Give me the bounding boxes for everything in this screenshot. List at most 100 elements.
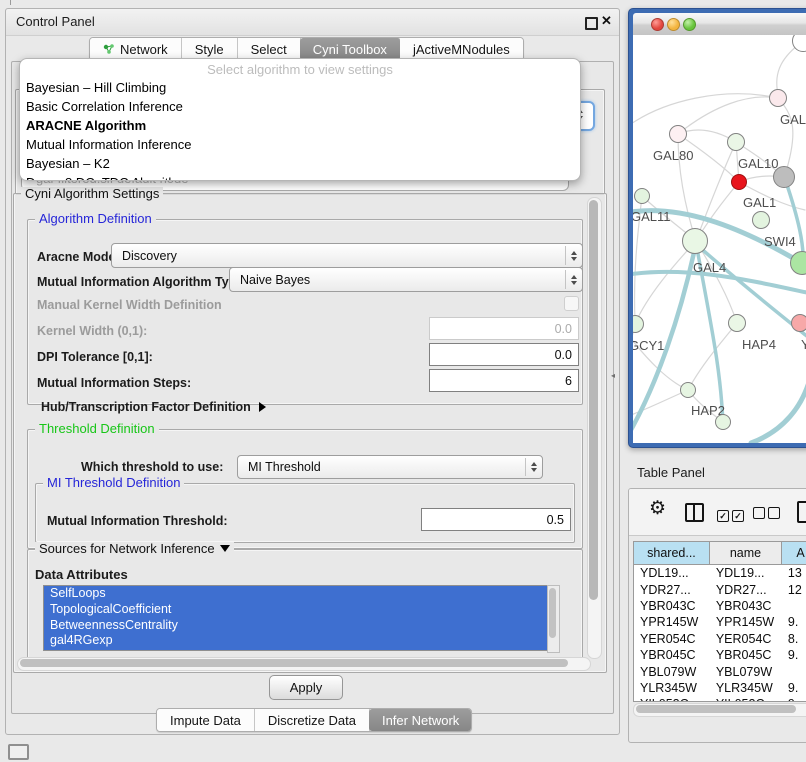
- sources-title[interactable]: Sources for Network Inference: [35, 542, 234, 555]
- table-row-ypr145w[interactable]: YPR145WYPR145W9.: [634, 614, 806, 630]
- algorithm-option-dream8-dc-tdc-algorithm[interactable]: Dream8 DC_TDC Algorithm: [20, 173, 580, 181]
- network-node-gal[interactable]: [769, 89, 787, 107]
- table-cell[interactable]: YLR345W: [710, 681, 782, 695]
- table-cell[interactable]: YBL079W: [634, 665, 710, 679]
- table-cell[interactable]: YER054C: [710, 632, 782, 646]
- table-row-ybl079w[interactable]: YBL079WYBL079W: [634, 663, 806, 679]
- table-cell[interactable]: YDR27...: [634, 583, 710, 597]
- table-cell[interactable]: 8.: [782, 632, 806, 646]
- column-header-shared[interactable]: shared...: [634, 542, 710, 564]
- tab-cyni-toolbox[interactable]: Cyni Toolbox: [300, 38, 401, 60]
- table-cell[interactable]: YDL19...: [710, 566, 782, 580]
- network-node[interactable]: [715, 414, 731, 430]
- table-cell[interactable]: 9.: [782, 681, 806, 695]
- table-horizontal-scrollbar[interactable]: [633, 703, 806, 717]
- table-row-ydl19[interactable]: YDL19...YDL19...13: [634, 565, 806, 581]
- float-window-icon[interactable]: [585, 17, 598, 30]
- algorithm-option-basic-correlation-inference[interactable]: Basic Correlation Inference: [20, 97, 580, 116]
- document-icon[interactable]: [797, 501, 806, 523]
- table-cell[interactable]: YBR043C: [710, 599, 782, 613]
- algorithm-option-aracne-algorithm[interactable]: ARACNE Algorithm: [20, 116, 580, 135]
- table-cell[interactable]: YBR045C: [710, 648, 782, 662]
- network-node-gal1[interactable]: [731, 174, 747, 190]
- network-node-hap2[interactable]: [680, 382, 696, 398]
- dpi-tolerance-input[interactable]: 0.0: [429, 343, 579, 366]
- network-node[interactable]: [792, 35, 806, 52]
- network-node[interactable]: [790, 251, 806, 275]
- table-cell[interactable]: YIL052C: [634, 697, 710, 702]
- attributes-list-scrollbar-thumb[interactable]: [549, 588, 556, 638]
- table-cell[interactable]: YPR145W: [634, 615, 710, 629]
- select-all-rows-icon[interactable]: ✓✓: [717, 506, 747, 524]
- network-node-hap4[interactable]: [728, 314, 746, 332]
- table-cell[interactable]: 12: [782, 583, 806, 597]
- mi-algorithm-type-select[interactable]: Naive Bayes: [229, 267, 583, 292]
- network-node-gal80[interactable]: [669, 125, 687, 143]
- table-cell[interactable]: YBL079W: [710, 665, 782, 679]
- network-node-y[interactable]: [791, 314, 806, 332]
- network-node-gal10[interactable]: [727, 133, 745, 151]
- apply-button[interactable]: Apply: [269, 675, 343, 700]
- tab-select[interactable]: Select: [238, 38, 301, 60]
- mi-threshold-input[interactable]: 0.5: [421, 508, 571, 531]
- table-row-yer054c[interactable]: YER054CYER054C8.: [634, 631, 806, 647]
- attributes-list-scrollbar[interactable]: [547, 585, 560, 653]
- table-row-ylr345w[interactable]: YLR345WYLR345W9.: [634, 680, 806, 696]
- table-row-ybr045c[interactable]: YBR045CYBR045C9.: [634, 647, 806, 663]
- gear-icon[interactable]: ⚙: [649, 500, 666, 518]
- tab-infer-network[interactable]: Infer Network: [369, 709, 472, 731]
- column-header-a[interactable]: A: [782, 542, 806, 564]
- network-window-titlebar[interactable]: [633, 13, 806, 36]
- table-row-ydr27[interactable]: YDR27...YDR27...12: [634, 581, 806, 597]
- table-cell[interactable]: YLR345W: [634, 681, 710, 695]
- column-header-name[interactable]: name: [710, 542, 782, 564]
- tab-network[interactable]: Network: [90, 38, 182, 60]
- table-cell[interactable]: 13: [782, 566, 806, 580]
- table-cell[interactable]: 9.: [782, 648, 806, 662]
- zoom-traffic-light-icon[interactable]: [683, 18, 696, 31]
- table-horizontal-scrollbar-thumb[interactable]: [636, 705, 796, 713]
- data-attributes-list[interactable]: SelfLoopsTopologicalCoefficientBetweenne…: [43, 585, 549, 651]
- which-threshold-select[interactable]: MI Threshold: [237, 455, 543, 479]
- table-row-yil052c[interactable]: YIL052CYIL052C9.: [634, 696, 806, 702]
- table-row-ybr043c[interactable]: YBR043CYBR043C: [634, 598, 806, 614]
- aracne-mode-select[interactable]: Discovery: [111, 243, 583, 268]
- minimized-panel-icon[interactable]: [8, 744, 29, 760]
- split-columns-icon[interactable]: [685, 503, 704, 522]
- algorithm-option-bayesian-hill-climbing[interactable]: Bayesian – Hill Climbing: [20, 78, 580, 97]
- network-node-gal4[interactable]: [682, 228, 708, 254]
- network-node-gcy1[interactable]: [633, 315, 644, 333]
- attribute-item-betweennesscentrality[interactable]: BetweennessCentrality: [44, 618, 548, 634]
- tab-discretize-data[interactable]: Discretize Data: [255, 709, 370, 731]
- table-cell[interactable]: YER054C: [634, 632, 710, 646]
- table-cell[interactable]: YBR045C: [634, 648, 710, 662]
- settings-vertical-scrollbar-thumb[interactable]: [589, 200, 598, 600]
- tab-style[interactable]: Style: [182, 38, 238, 60]
- network-node[interactable]: [773, 166, 795, 188]
- deselect-all-rows-icon[interactable]: [753, 506, 783, 524]
- attribute-item-gal4rgexp[interactable]: gal4RGexp: [44, 633, 548, 649]
- table-cell[interactable]: YPR145W: [710, 615, 782, 629]
- hub-section-toggle[interactable]: Hub/Transcription Factor Definition: [41, 400, 266, 414]
- settings-horizontal-scrollbar-thumb[interactable]: [20, 659, 568, 667]
- network-canvas[interactable]: GALGAL80GAL10GAL1GAL11SWI4GAL4GCY1HAP4YH…: [633, 35, 806, 443]
- tab-impute-data[interactable]: Impute Data: [157, 709, 255, 731]
- attribute-item-selfloops[interactable]: SelfLoops: [44, 586, 548, 602]
- table-cell[interactable]: YDL19...: [634, 566, 710, 580]
- algorithm-option-bayesian-k2[interactable]: Bayesian – K2: [20, 154, 580, 173]
- table-cell[interactable]: YBR043C: [634, 599, 710, 613]
- splitter-collapse-handle[interactable]: ◂: [611, 371, 618, 380]
- network-node-swi4[interactable]: [752, 211, 770, 229]
- settings-horizontal-scrollbar[interactable]: [17, 657, 591, 671]
- close-icon[interactable]: ✕: [601, 13, 612, 29]
- table-cell[interactable]: YIL052C: [710, 697, 782, 702]
- attribute-item-topologicalcoefficient[interactable]: TopologicalCoefficient: [44, 602, 548, 618]
- algorithm-option-mutual-information-inference[interactable]: Mutual Information Inference: [20, 135, 580, 154]
- minimize-traffic-light-icon[interactable]: [667, 18, 680, 31]
- settings-vertical-scrollbar[interactable]: [587, 197, 602, 659]
- table-cell[interactable]: 9.: [782, 697, 806, 702]
- table-cell[interactable]: YDR27...: [710, 583, 782, 597]
- table-cell[interactable]: 9.: [782, 615, 806, 629]
- mi-steps-input[interactable]: 6: [429, 369, 579, 392]
- control-panel-titlebar[interactable]: Control Panel ✕: [6, 9, 619, 36]
